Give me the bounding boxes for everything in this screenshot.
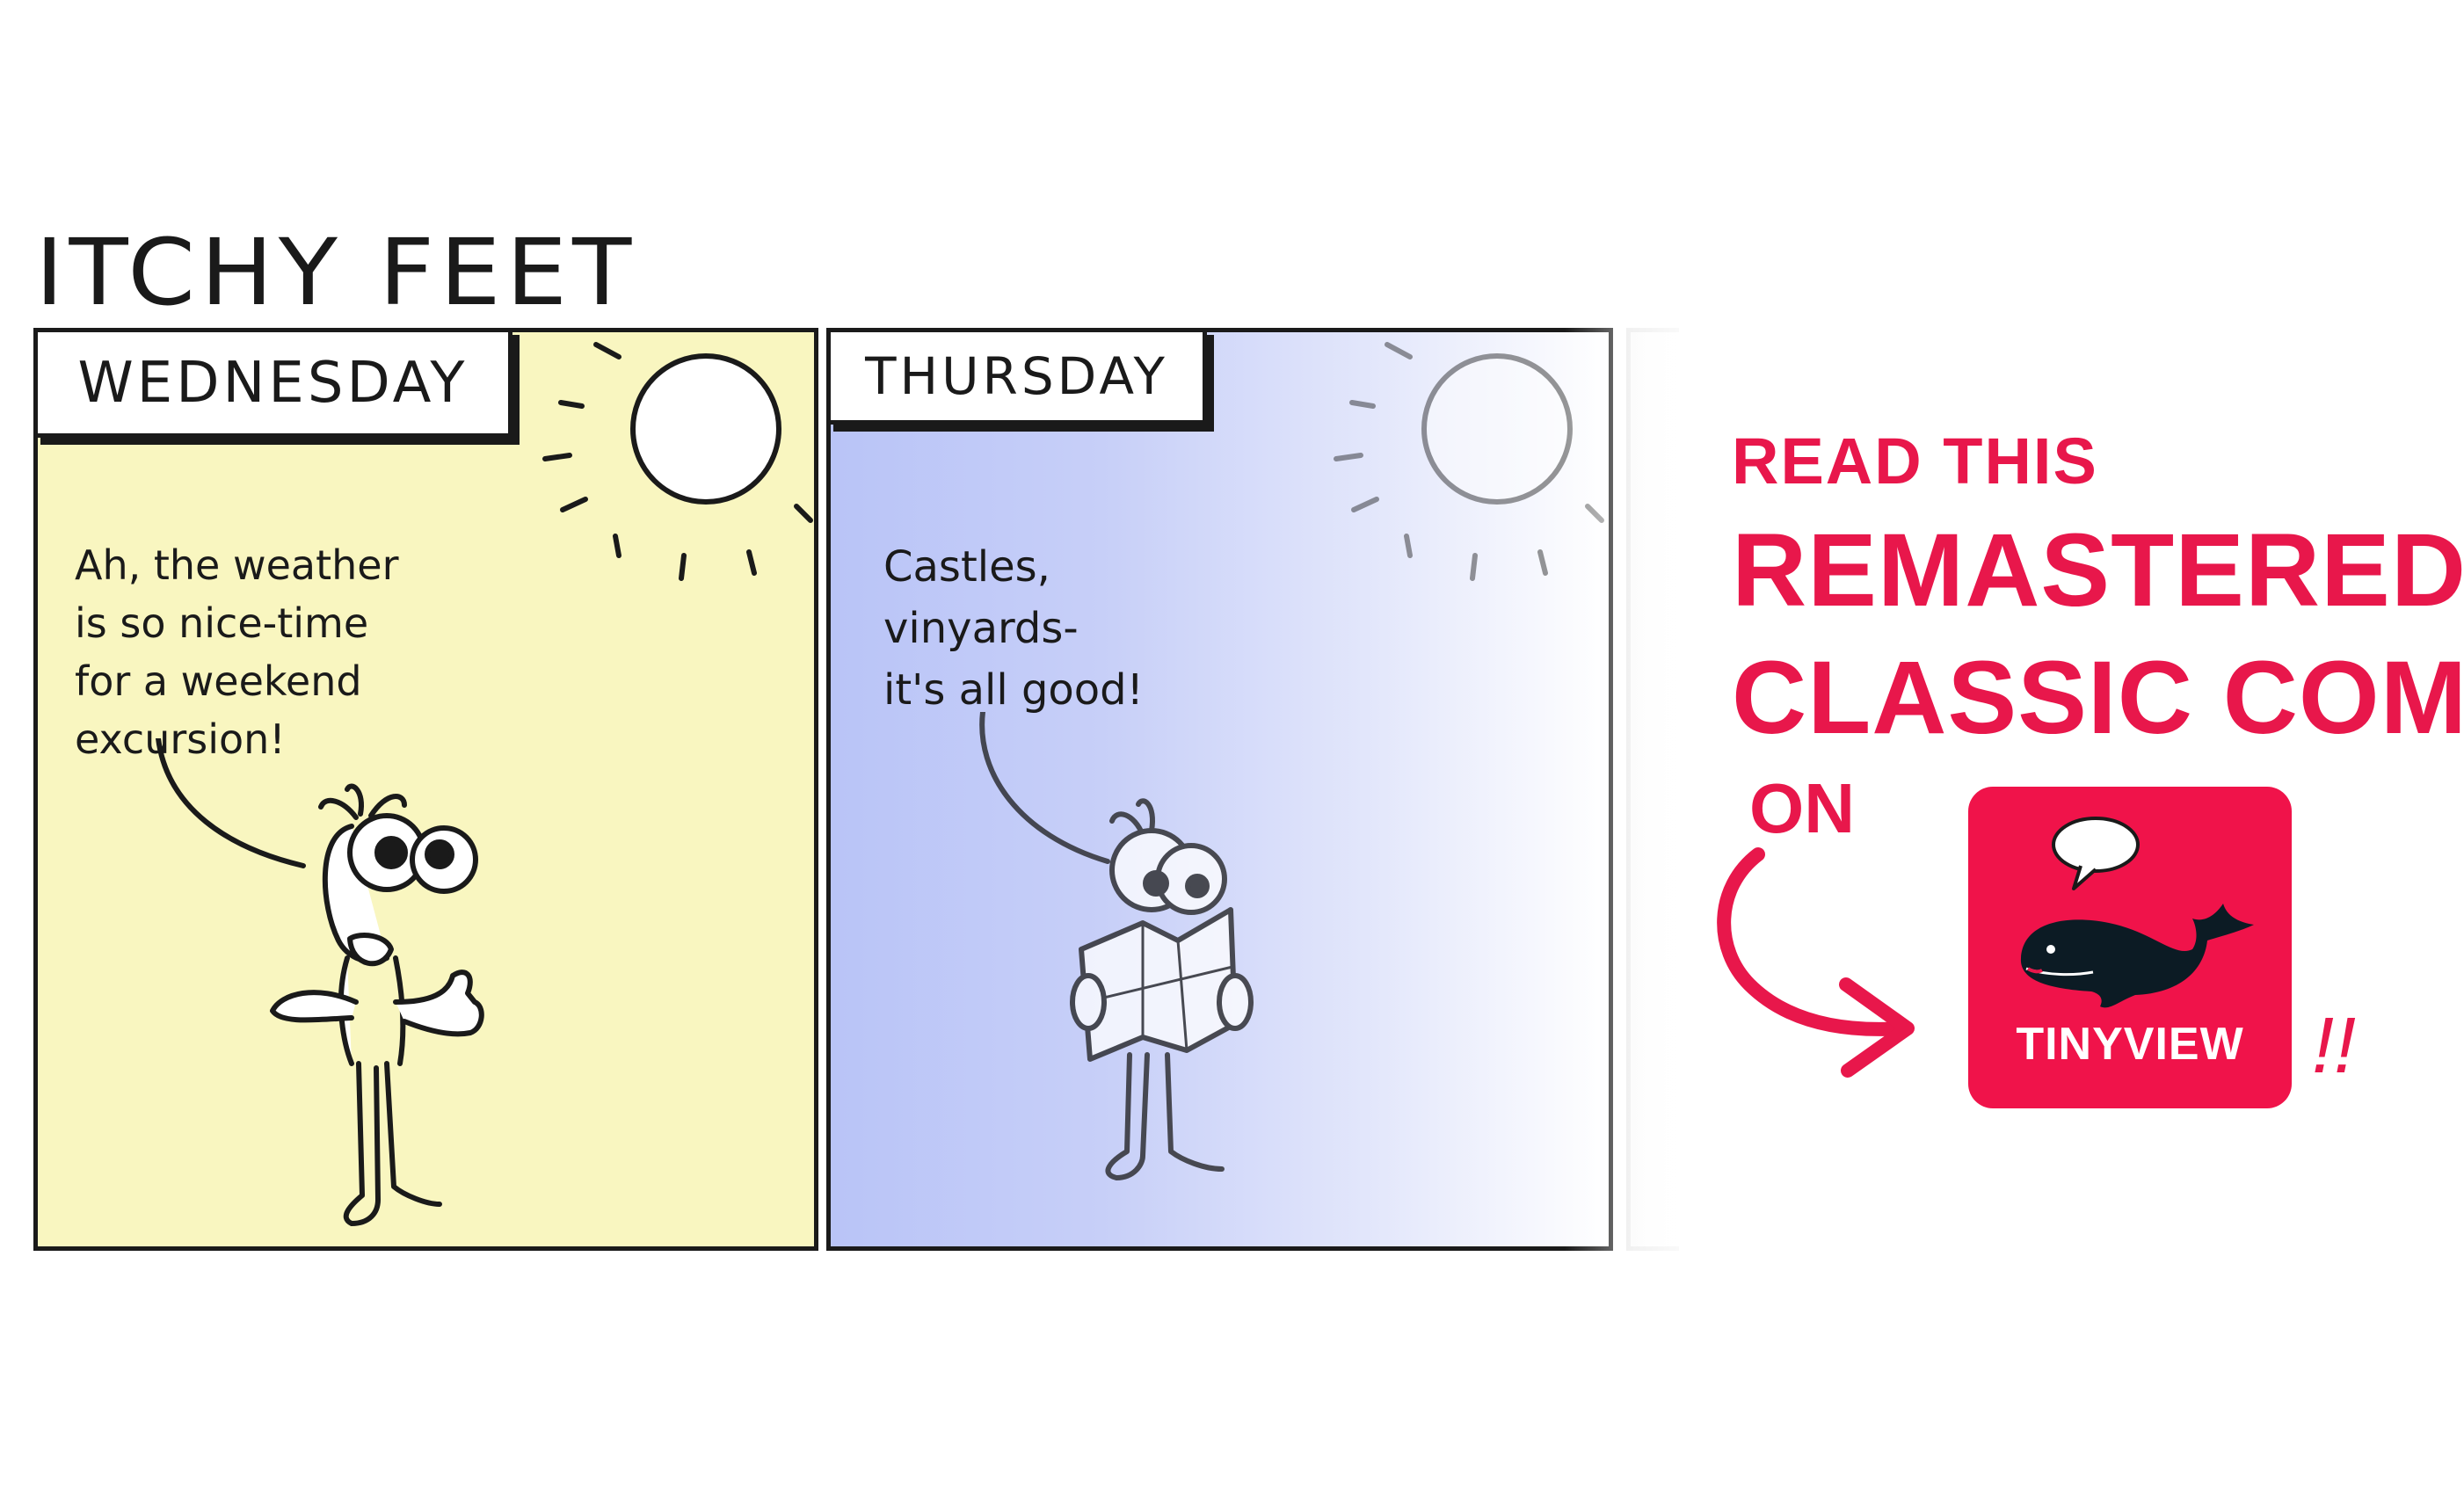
promo-line-3: CLASSIC COMIC <box>1732 640 2464 756</box>
promo-line-2: REMASTERED <box>1732 512 2464 628</box>
day-label-text: WEDNESDAY <box>77 350 469 416</box>
promo-line-4: ON <box>1749 769 1855 847</box>
speech-text-wednesday: Ah, the weather is so nice-time for a we… <box>75 541 399 763</box>
curved-arrow-icon <box>1717 847 1915 1078</box>
day-label-text: THURSDAY <box>865 346 1168 406</box>
tinyview-app-icon[interactable]: TINYVIEW <box>1968 787 2292 1108</box>
whale-icon <box>2020 904 2254 1008</box>
promo-exclaim: !! <box>2312 1002 2357 1090</box>
comic-title: ITCHY FEET <box>35 219 637 326</box>
day-label-wednesday: WEDNESDAY <box>33 328 512 438</box>
day-label-thursday: THURSDAY <box>826 328 1207 425</box>
character-with-map <box>979 712 1254 1180</box>
promo-line-1: READ THIS <box>1732 425 2098 497</box>
fade-overlay <box>1565 316 1741 1266</box>
app-name-label: TINYVIEW <box>2016 1019 2244 1070</box>
character-figure <box>156 738 484 1226</box>
speech-text-thursday: Castles, vinyards- it's all good! <box>883 542 1144 715</box>
speech-bubble-icon <box>2052 817 2140 890</box>
sun-icon <box>542 342 813 581</box>
